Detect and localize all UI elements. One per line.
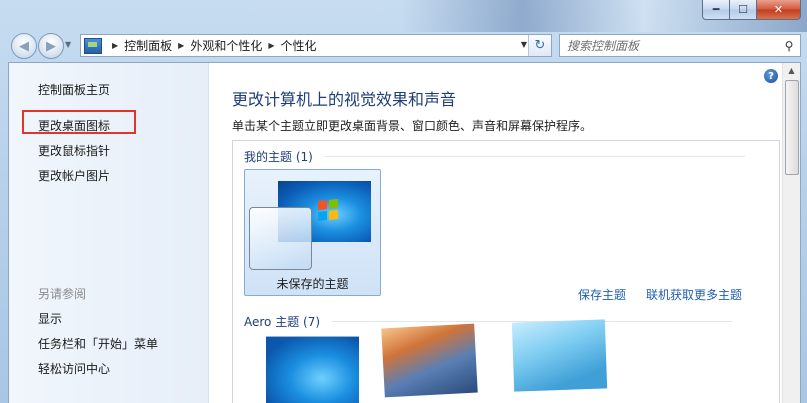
- maximize-icon: ☐: [738, 3, 748, 16]
- get-more-themes-online-link[interactable]: 联机获取更多主题: [646, 286, 742, 303]
- sidebar-item-change-account-picture[interactable]: 更改帐户图片: [38, 167, 110, 184]
- sidebar-item-display[interactable]: 显示: [38, 310, 62, 327]
- theme-label: 未保存的主题: [276, 277, 349, 291]
- aero-themes-heading-label: Aero 主题 (7): [244, 315, 321, 329]
- task-pane: 控制面板主页 更改桌面图标 更改鼠标指针 更改帐户图片 另请参阅 显示 任务栏和…: [9, 63, 209, 403]
- forward-arrow-icon: ▶: [46, 38, 56, 54]
- breadcrumb-appearance[interactable]: 外观和个性化: [190, 37, 262, 54]
- breadcrumb-personalization[interactable]: 个性化: [281, 37, 317, 54]
- my-themes-heading-label: 我的主题 (1): [244, 150, 313, 164]
- aero-theme-characters[interactable]: [511, 319, 608, 392]
- help-button[interactable]: ?: [764, 69, 778, 83]
- main-pane: ? 更改计算机上的视觉效果和声音 单击某个主题立即更改桌面背景、窗口颜色、声音和…: [209, 63, 800, 403]
- help-icon: ?: [768, 70, 774, 82]
- my-themes-heading: 我的主题 (1): [244, 148, 745, 165]
- theme-gallery: 我的主题 (1) 未保存的主题 保存主题 联机获取更多主题 Aero 主题 (7…: [232, 140, 780, 403]
- maximize-button[interactable]: ☐: [730, 0, 757, 20]
- save-theme-link[interactable]: 保存主题: [578, 286, 626, 303]
- aero-theme-architecture[interactable]: [381, 323, 478, 398]
- sidebar-item-taskbar-start-menu[interactable]: 任务栏和「开始」菜单: [38, 335, 158, 352]
- breadcrumb-separator-icon[interactable]: ▶: [112, 41, 118, 50]
- back-arrow-icon: ◀: [19, 38, 29, 54]
- divider: [324, 156, 745, 157]
- sidebar-item-ease-of-access[interactable]: 轻松访问中心: [38, 360, 110, 377]
- windows-logo-icon: [318, 198, 338, 222]
- search-input[interactable]: 搜索控制面板: [560, 37, 778, 54]
- theme-tile-unsaved[interactable]: 未保存的主题: [244, 169, 381, 296]
- control-panel-window: ━ ☐ ✕ ◀ ▶ ▼ ▶ 控制面板 ▶ 外观和个性化 ▶ 个性化 ▼ ↻ 搜索…: [0, 0, 807, 403]
- window-color-swatch: [249, 207, 312, 270]
- search-icon[interactable]: ⚲: [778, 39, 800, 53]
- aero-theme-windows7[interactable]: [266, 336, 359, 403]
- aero-themes-heading: Aero 主题 (7): [244, 313, 733, 330]
- control-panel-icon: [84, 37, 102, 54]
- search-box[interactable]: 搜索控制面板 ⚲: [559, 34, 801, 57]
- sidebar-item-change-desktop-icons[interactable]: 更改桌面图标: [38, 117, 110, 134]
- navigation-bar: ◀ ▶ ▼ ▶ 控制面板 ▶ 外观和个性化 ▶ 个性化 ▼ ↻ 搜索控制面板 ⚲: [0, 30, 807, 62]
- breadcrumb-separator-icon[interactable]: ▶: [268, 41, 274, 50]
- vertical-scrollbar[interactable]: ▲: [782, 63, 800, 403]
- sidebar-item-change-mouse-pointers[interactable]: 更改鼠标指针: [38, 142, 110, 159]
- recent-pages-dropdown[interactable]: ▼: [65, 40, 71, 49]
- close-button[interactable]: ✕: [757, 0, 801, 20]
- breadcrumb-control-panel[interactable]: 控制面板: [124, 37, 172, 54]
- scrollbar-thumb[interactable]: [785, 80, 799, 175]
- page-title: 更改计算机上的视觉效果和声音: [232, 90, 457, 109]
- refresh-button[interactable]: ↻: [528, 35, 551, 56]
- content-area: 控制面板主页 更改桌面图标 更改鼠标指针 更改帐户图片 另请参阅 显示 任务栏和…: [8, 62, 801, 403]
- minimize-button[interactable]: ━: [702, 0, 730, 20]
- back-button[interactable]: ◀: [11, 33, 37, 59]
- scroll-up-icon[interactable]: ▲: [785, 64, 798, 78]
- sidebar-item-control-panel-home[interactable]: 控制面板主页: [38, 81, 110, 98]
- caption-buttons: ━ ☐ ✕: [702, 0, 801, 20]
- close-icon: ✕: [773, 3, 784, 16]
- see-also-heading: 另请参阅: [38, 287, 87, 301]
- breadcrumb-separator-icon[interactable]: ▶: [178, 41, 184, 50]
- address-bar[interactable]: ▶ 控制面板 ▶ 外观和个性化 ▶ 个性化 ▼ ↻: [80, 34, 552, 57]
- page-description: 单击某个主题立即更改桌面背景、窗口颜色、声音和屏幕保护程序。: [232, 119, 593, 133]
- address-dropdown-icon[interactable]: ▼: [521, 40, 527, 49]
- forward-button[interactable]: ▶: [38, 33, 64, 59]
- refresh-icon: ↻: [534, 38, 546, 53]
- minimize-icon: ━: [712, 3, 720, 16]
